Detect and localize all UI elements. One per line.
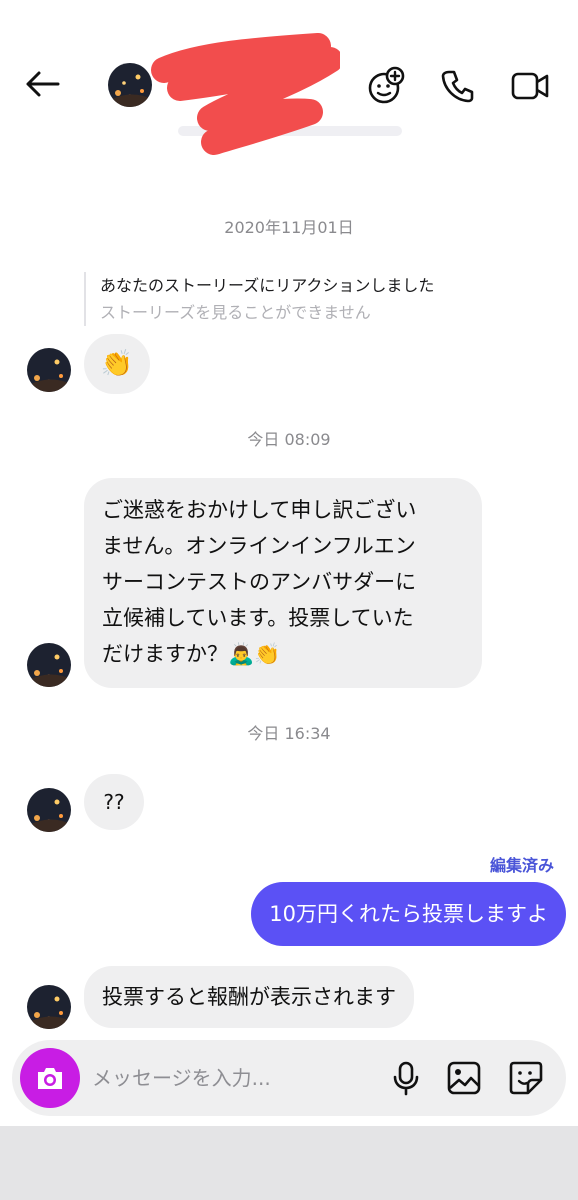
microphone-icon [393, 1061, 419, 1096]
camera-icon [38, 1068, 62, 1089]
sender-avatar[interactable] [27, 348, 71, 392]
chat-header [0, 0, 578, 160]
message-line: ません。オンラインインフルエン [102, 534, 416, 558]
sender-avatar[interactable] [27, 985, 71, 1029]
incoming-message[interactable]: 投票すると報酬が表示されます [84, 966, 414, 1028]
video-call-button[interactable] [508, 64, 552, 108]
story-reply-quote[interactable]: あなたのストーリーズにリアクションしました ストーリーズを見ることができません [84, 272, 434, 326]
voice-message-button[interactable] [386, 1058, 426, 1098]
gallery-button[interactable] [444, 1058, 484, 1098]
message-composer [12, 1040, 566, 1116]
edited-label: 編集済み [489, 856, 554, 875]
outgoing-message[interactable]: 10万円くれたら投票しますよ [251, 882, 566, 946]
sticker-icon [509, 1061, 543, 1095]
arrow-left-icon [26, 71, 60, 97]
gallery-icon [447, 1061, 481, 1095]
incoming-message[interactable]: ご迷惑をおかけして申し訳ござい ません。オンラインインフルエン サーコンテストの… [84, 478, 482, 688]
redaction-scribble [151, 33, 340, 155]
message-line: サーコンテストのアンバサダーに [102, 570, 417, 594]
sticker-button[interactable] [506, 1058, 546, 1098]
message-input[interactable] [92, 1058, 362, 1098]
story-reply-title: あなたのストーリーズにリアクションしました [100, 276, 435, 295]
camera-button[interactable] [20, 1048, 80, 1108]
incoming-message[interactable]: ?? [84, 774, 144, 830]
contact-avatar[interactable] [108, 63, 152, 107]
system-navigation-area [0, 1126, 578, 1200]
date-separator: 2020年11月01日 [224, 218, 354, 237]
reaction-message[interactable]: 👏 [84, 334, 150, 394]
effects-icon [368, 66, 405, 104]
date-separator: 今日 08:09 [247, 430, 331, 449]
message-line: だけますか？🙇‍♂️👏 [102, 642, 281, 666]
message-line: ご迷惑をおかけして申し訳ござい [102, 498, 417, 522]
call-button[interactable] [436, 64, 480, 108]
story-reply-subtitle: ストーリーズを見ることができません [100, 303, 371, 322]
sender-avatar[interactable] [27, 788, 71, 832]
effects-button[interactable] [364, 64, 408, 108]
phone-icon [441, 70, 474, 103]
message-line: 立候補しています。投票していた [102, 606, 414, 630]
sender-avatar[interactable] [27, 643, 71, 687]
video-icon [511, 72, 549, 100]
back-button[interactable] [20, 62, 64, 106]
date-separator: 今日 16:34 [247, 724, 331, 743]
